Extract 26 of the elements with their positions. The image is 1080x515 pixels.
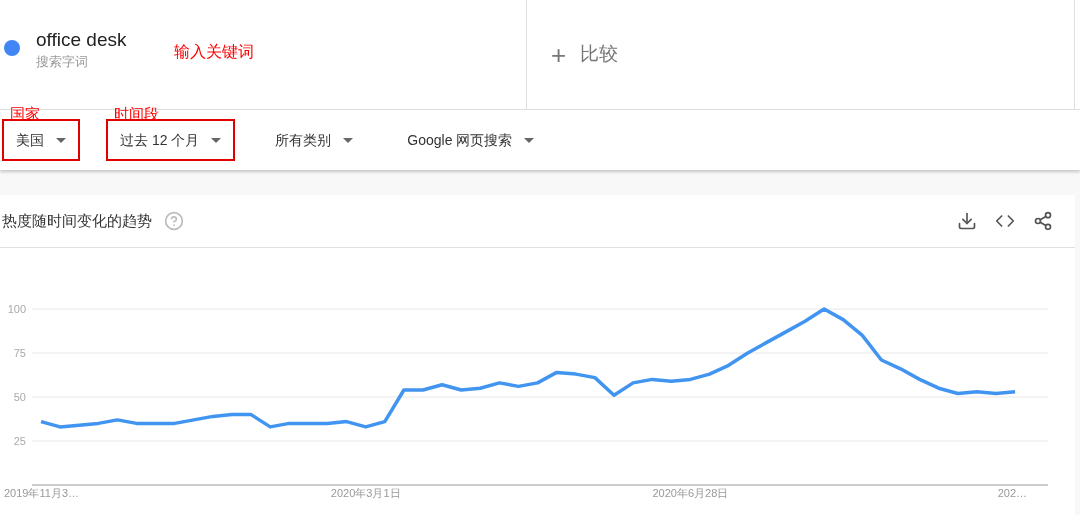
annotation-label: 时间段 xyxy=(114,106,159,121)
filter-dropdown[interactable]: 过去 12 个月 xyxy=(106,119,236,161)
y-tick-label: 100 xyxy=(7,303,26,315)
caret-icon xyxy=(343,137,354,143)
x-tick-label: 2020年3月1日 xyxy=(330,487,401,499)
caret-icon xyxy=(524,137,535,143)
card-title: 热度随时间变化的趋势 xyxy=(2,210,152,231)
y-tick-label: 75 xyxy=(13,347,26,359)
annotation-label: 输入关键词 xyxy=(174,42,255,62)
filter-dropdown[interactable]: 所有类别 xyxy=(261,119,368,161)
download-icon[interactable] xyxy=(957,211,977,231)
x-tick-label: 2019年11月3… xyxy=(4,487,79,499)
caret-icon xyxy=(211,137,222,143)
keyword-term[interactable]: office desk xyxy=(36,28,127,52)
x-tick-label: 2020年6月28日 xyxy=(652,487,729,499)
x-tick-label: 202… xyxy=(997,487,1028,499)
filter-dropdown[interactable]: 美国 xyxy=(2,119,80,161)
caret-icon xyxy=(56,137,66,143)
compare-label[interactable]: 比较 xyxy=(580,40,619,69)
filter-dropdown[interactable]: Google 网页搜索 xyxy=(393,119,549,161)
annotation-label: 国家 xyxy=(10,106,40,121)
share-icon[interactable] xyxy=(1033,211,1053,231)
add-icon[interactable]: + xyxy=(551,41,567,68)
keyword-subtitle: 搜索字词 xyxy=(36,53,89,71)
y-tick-label: 25 xyxy=(13,435,26,447)
y-tick-label: 50 xyxy=(13,391,26,403)
